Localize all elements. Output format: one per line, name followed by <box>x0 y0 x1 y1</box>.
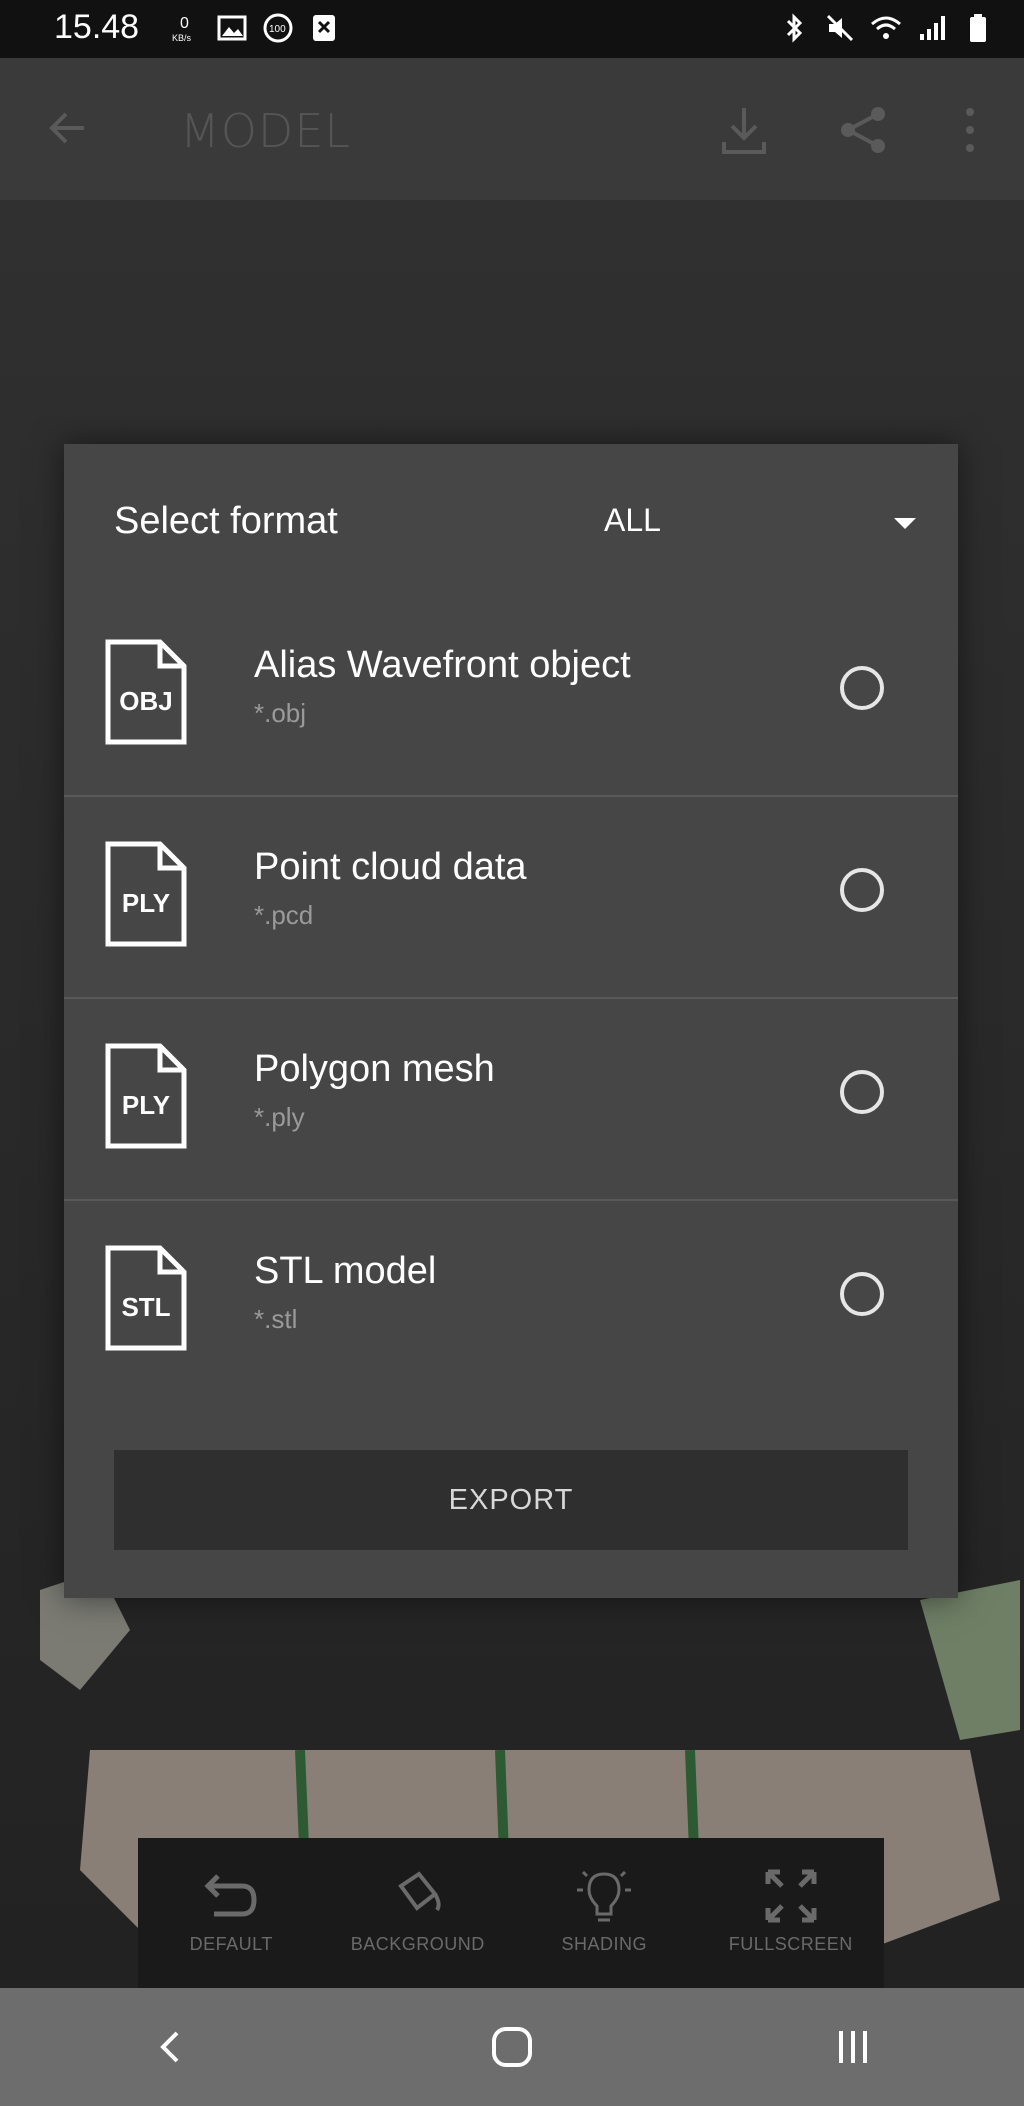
format-filter-dropdown[interactable]: ALL <box>584 500 924 550</box>
dropdown-arrow-icon <box>894 518 916 529</box>
undo-icon <box>204 1874 257 1917</box>
status-icons-left: 0 KB/s 100 <box>170 12 340 44</box>
bluetooth-icon <box>778 12 810 44</box>
svg-text:PLY: PLY <box>122 1090 170 1120</box>
status-bar: 15.48 0 KB/s 100 <box>0 0 1024 58</box>
more-icon[interactable] <box>942 102 998 158</box>
dialog-header: Select format ALL <box>64 444 958 594</box>
format-filter-value: ALL <box>604 502 661 538</box>
viewer-toolbar: DEFAULT BACKGROUND SHADING FULLSCREEN <box>138 1838 884 1988</box>
format-name: Polygon mesh <box>254 1048 495 1090</box>
ply-file-icon: PLY <box>105 841 187 947</box>
signal-icon <box>916 12 948 44</box>
background-button[interactable]: BACKGROUND <box>333 1838 503 1955</box>
obj-file-icon: OBJ <box>105 639 187 745</box>
page-title: MODEL <box>180 104 352 158</box>
format-extension: *.pcd <box>254 900 314 930</box>
shading-label: SHADING <box>561 1934 647 1954</box>
background-label: BACKGROUND <box>350 1934 485 1954</box>
home-icon <box>491 2027 532 2067</box>
format-option-stl[interactable]: STL STL model *.stl <box>64 1200 958 1401</box>
format-extension: *.ply <box>254 1102 305 1132</box>
status-icons-right <box>778 12 994 44</box>
svg-text:STL: STL <box>121 1292 170 1322</box>
back-arrow-icon[interactable] <box>44 104 92 152</box>
format-radio[interactable] <box>840 868 884 912</box>
nav-home-button[interactable] <box>472 2007 552 2087</box>
paint-bucket-icon <box>397 1871 441 1912</box>
format-name: STL model <box>254 1250 437 1292</box>
default-button[interactable]: DEFAULT <box>146 1838 316 1955</box>
kb-per-second-icon: 0 KB/s <box>170 12 202 44</box>
format-extension: *.stl <box>254 1304 298 1334</box>
export-button[interactable]: EXPORT <box>114 1450 908 1550</box>
stl-file-icon: STL <box>105 1245 187 1351</box>
svg-text:OBJ: OBJ <box>119 686 172 716</box>
chevron-left-icon <box>159 2031 179 2063</box>
format-option-ply[interactable]: PLY Polygon mesh *.ply <box>64 998 958 1201</box>
svg-text:100: 100 <box>269 24 286 35</box>
format-option-obj[interactable]: OBJ Alias Wavefront object *.obj <box>64 594 958 797</box>
svg-text:KB/s: KB/s <box>172 33 192 43</box>
format-radio[interactable] <box>840 1070 884 1114</box>
default-label: DEFAULT <box>189 1934 273 1954</box>
close-box-icon <box>308 12 340 44</box>
fullscreen-button[interactable]: FULLSCREEN <box>706 1838 876 1955</box>
app-bar: MODEL <box>0 58 1024 200</box>
recents-icon <box>839 2031 868 2063</box>
format-name: Point cloud data <box>254 846 527 888</box>
format-radio[interactable] <box>840 1272 884 1316</box>
nav-back-button[interactable] <box>131 2007 211 2087</box>
fullscreen-icon <box>765 1869 817 1923</box>
share-icon[interactable] <box>836 102 892 158</box>
dialog-title: Select format <box>114 500 338 542</box>
status-time: 15.48 <box>54 8 140 46</box>
export-format-dialog: Select format ALL OBJ Alias Wavefront ob… <box>64 444 958 1598</box>
svg-text:0: 0 <box>180 15 189 32</box>
image-icon <box>216 12 248 44</box>
wifi-icon <box>870 12 902 44</box>
lightbulb-icon <box>577 1870 632 1922</box>
badge-100-icon: 100 <box>262 12 294 44</box>
system-nav-bar <box>0 1988 1024 2106</box>
ply-file-icon: PLY <box>105 1043 187 1149</box>
shading-button[interactable]: SHADING <box>519 1838 689 1955</box>
format-radio[interactable] <box>840 666 884 710</box>
download-icon[interactable] <box>716 102 772 158</box>
mute-icon <box>824 12 856 44</box>
fullscreen-label: FULLSCREEN <box>728 1934 853 1954</box>
nav-recents-button[interactable] <box>813 2007 893 2087</box>
svg-text:PLY: PLY <box>122 888 170 918</box>
format-extension: *.obj <box>254 698 307 728</box>
battery-icon <box>962 12 994 44</box>
format-name: Alias Wavefront object <box>254 644 631 686</box>
format-option-pcd[interactable]: PLY Point cloud data *.pcd <box>64 796 958 999</box>
